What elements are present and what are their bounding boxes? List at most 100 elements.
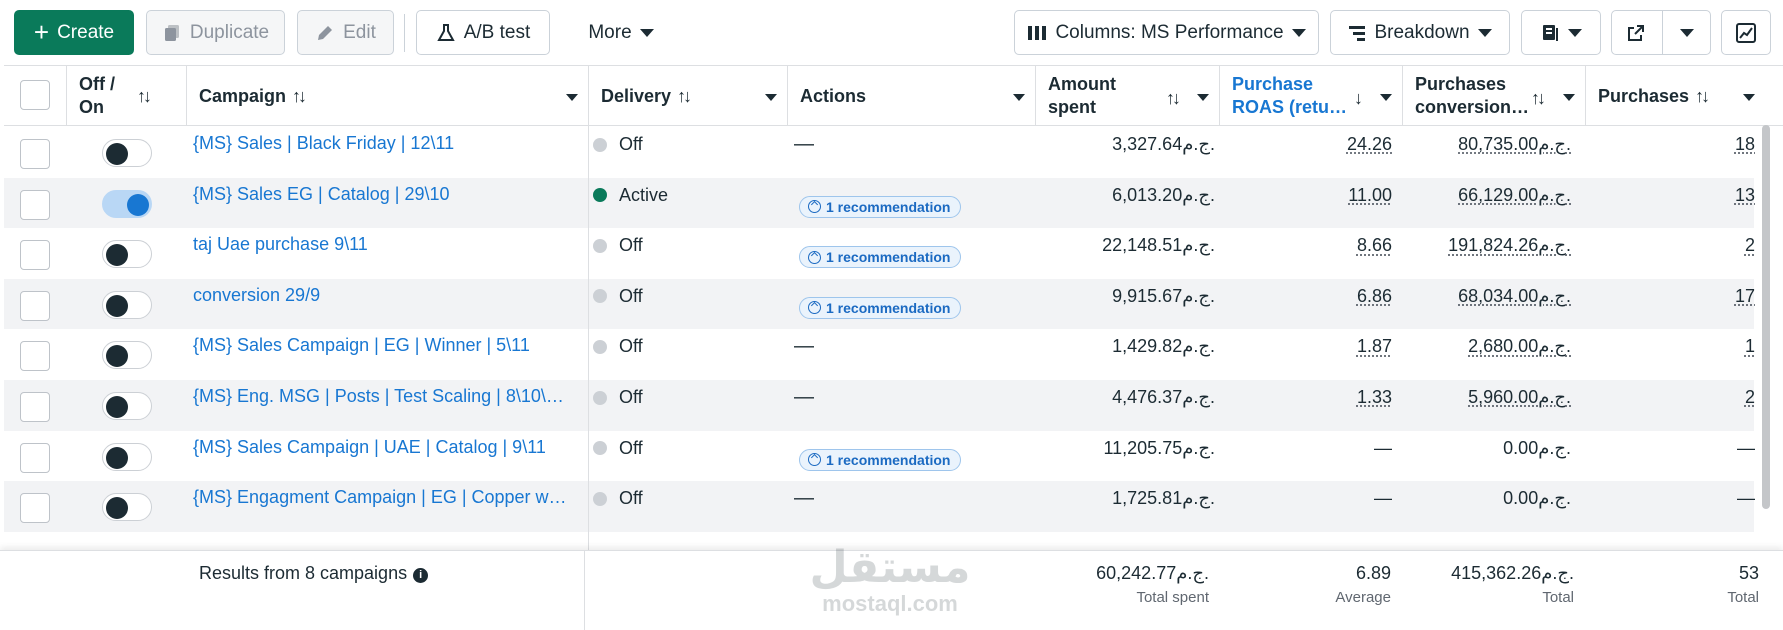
chevron-down-icon[interactable] xyxy=(1743,94,1755,101)
campaign-toggle[interactable] xyxy=(102,493,152,522)
header-actions[interactable]: Actions xyxy=(788,66,1036,126)
table-header: Off / On ↑↓ Campaign ↑↓ Delivery ↑↓ Actio… xyxy=(4,66,1783,126)
campaign-toggle[interactable] xyxy=(102,290,152,319)
campaign-toggle[interactable] xyxy=(102,139,152,167)
chevron-down-icon[interactable] xyxy=(765,94,777,101)
purchase-roas-cell[interactable]: 8.66 xyxy=(1357,235,1392,256)
row-checkbox[interactable] xyxy=(20,189,50,220)
table-row[interactable]: taj Uae purchase 9\11 Off 1 recommendati… xyxy=(4,228,1755,279)
table-row[interactable]: {MS} Sales | Black Friday | 12\11 Off — … xyxy=(4,127,1755,178)
header-delivery[interactable]: Delivery ↑↓ xyxy=(589,66,788,126)
purchases-cell[interactable]: 13 xyxy=(1735,185,1755,206)
recommendation-badge[interactable]: 1 recommendation xyxy=(799,448,962,471)
purchase-roas-cell[interactable]: 24.26 xyxy=(1347,134,1392,155)
purchase-roas-cell[interactable]: 6.86 xyxy=(1357,286,1392,307)
purchases-conversion-cell[interactable]: 5,960.00ج.م. xyxy=(1468,387,1571,408)
table-row[interactable]: conversion 29/9 Off 1 recommendation 9,9… xyxy=(4,278,1755,330)
header-off-on[interactable]: Off / On ↑↓ xyxy=(67,66,187,126)
row-checkbox[interactable] xyxy=(20,493,50,524)
purchases-conversion-cell[interactable]: 80,735.00ج.م. xyxy=(1458,134,1571,155)
purchases-cell[interactable]: 2 xyxy=(1745,387,1755,408)
export-button[interactable] xyxy=(1611,10,1711,55)
sort-icon[interactable]: ↑↓ xyxy=(292,86,307,107)
campaign-name-link[interactable]: {MS} Sales Campaign | UAE | Catalog | 9\… xyxy=(193,437,568,458)
sort-icon[interactable]: ↑↓ xyxy=(1166,88,1181,109)
row-checkbox[interactable] xyxy=(20,290,50,321)
purchases-cell[interactable]: 17 xyxy=(1735,286,1755,307)
table-row[interactable]: {MS} Eng. MSG | Posts | Test Scaling | 8… xyxy=(4,380,1755,431)
header-purchases-conversion[interactable]: Purchases conversion… ↑↓ xyxy=(1403,66,1586,126)
campaign-name-link[interactable]: {MS} Sales Campaign | EG | Winner | 5\11 xyxy=(193,335,568,356)
purchases-cell[interactable]: 18 xyxy=(1735,134,1755,155)
header-purchases[interactable]: Purchases ↑↓ xyxy=(1586,66,1783,126)
chart-button[interactable] xyxy=(1721,10,1771,55)
recommendation-badge[interactable]: 1 recommendation xyxy=(799,296,962,319)
purchases-conversion-cell[interactable]: 191,824.26ج.م. xyxy=(1448,235,1571,256)
create-button[interactable]: + Create xyxy=(14,10,134,55)
purchases-conversion-cell[interactable]: 2,680.00ج.م. xyxy=(1468,336,1571,357)
status-dot-icon xyxy=(593,441,607,456)
purchase-roas-cell[interactable]: 1.33 xyxy=(1357,387,1392,408)
total-spent-label: Total spent xyxy=(1136,589,1209,606)
select-all-checkbox[interactable] xyxy=(20,80,50,110)
campaign-name-link[interactable]: {MS} Sales EG | Catalog | 29\10 xyxy=(193,184,568,205)
reports-button[interactable] xyxy=(1521,10,1601,55)
reports-icon xyxy=(1543,24,1558,41)
sort-icon[interactable]: ↑↓ xyxy=(677,86,692,107)
row-checkbox[interactable] xyxy=(20,392,50,422)
row-checkbox[interactable] xyxy=(20,240,50,271)
row-checkbox[interactable] xyxy=(20,442,50,473)
purchases-conversion-cell[interactable]: 68,034.00ج.م. xyxy=(1458,286,1571,307)
campaign-name-link[interactable]: {MS} Sales | Black Friday | 12\11 xyxy=(193,133,568,154)
header-amount-spent[interactable]: Amount spent ↑↓ xyxy=(1036,66,1220,126)
chevron-down-icon[interactable] xyxy=(1013,94,1025,101)
breakdown-button[interactable]: Breakdown xyxy=(1330,10,1510,55)
sort-desc-icon[interactable]: ↓ xyxy=(1354,88,1363,109)
header-purchase-roas[interactable]: Purchase ROAS (retu… ↓ xyxy=(1220,66,1403,126)
campaign-toggle[interactable] xyxy=(102,392,152,420)
chevron-down-icon[interactable] xyxy=(566,94,578,101)
vertical-scrollbar[interactable] xyxy=(1762,125,1770,509)
recommendation-badge[interactable]: 1 recommendation xyxy=(799,246,962,269)
sort-icon[interactable]: ↑↓ xyxy=(137,86,152,107)
purchase-roas-cell[interactable]: 1.87 xyxy=(1357,336,1392,357)
campaign-name-link[interactable]: {MS} Eng. MSG | Posts | Test Scaling | 8… xyxy=(193,386,568,407)
amount-spent-cell: 3,327.64ج.م. xyxy=(1112,134,1215,154)
campaign-name-link[interactable]: taj Uae purchase 9\11 xyxy=(193,234,568,255)
ab-test-button[interactable]: A/B test xyxy=(416,10,550,55)
chevron-down-icon[interactable] xyxy=(1197,94,1209,101)
table-row[interactable]: {MS} Sales EG | Catalog | 29\10 Active 1… xyxy=(4,177,1755,229)
purchase-roas-cell[interactable]: 11.00 xyxy=(1348,185,1392,206)
campaign-toggle[interactable] xyxy=(102,189,152,218)
columns-icon xyxy=(1028,25,1047,40)
table-row[interactable]: {MS} Engagment Campaign | EG | Copper wo… xyxy=(4,481,1755,532)
row-checkbox[interactable] xyxy=(20,341,50,372)
edit-button[interactable]: Edit xyxy=(297,10,394,55)
chevron-down-icon[interactable] xyxy=(1680,29,1694,37)
purchases-cell[interactable]: 1 xyxy=(1745,336,1755,357)
chevron-down-icon[interactable] xyxy=(1563,94,1575,101)
duplicate-button[interactable]: Duplicate xyxy=(146,10,285,55)
table-row[interactable]: {MS} Sales Campaign | UAE | Catalog | 9\… xyxy=(4,431,1755,482)
purchases-cell: — xyxy=(1737,437,1755,458)
campaign-name-link[interactable]: {MS} Engagment Campaign | EG | Copper wo… xyxy=(193,487,568,508)
flask-icon xyxy=(437,23,455,41)
info-icon[interactable]: i xyxy=(413,568,429,583)
toggle-knob xyxy=(127,193,149,216)
columns-button[interactable]: Columns: MS Performance xyxy=(1014,10,1319,55)
sort-icon[interactable]: ↑↓ xyxy=(1695,86,1710,107)
header-campaign[interactable]: Campaign ↑↓ xyxy=(187,66,589,126)
sort-icon[interactable]: ↑↓ xyxy=(1531,88,1546,109)
delivery-status: Active xyxy=(593,185,668,206)
campaign-toggle[interactable] xyxy=(102,240,152,269)
chevron-down-icon[interactable] xyxy=(1380,94,1392,101)
row-checkbox[interactable] xyxy=(20,139,50,169)
campaign-toggle[interactable] xyxy=(102,442,152,471)
table-row[interactable]: {MS} Sales Campaign | EG | Winner | 5\11… xyxy=(4,329,1755,380)
purchases-cell[interactable]: 2 xyxy=(1745,235,1755,256)
recommendation-badge[interactable]: 1 recommendation xyxy=(799,195,962,218)
campaign-name-link[interactable]: conversion 29/9 xyxy=(193,285,568,306)
purchases-conversion-cell[interactable]: 66,129.00ج.م. xyxy=(1458,185,1571,206)
campaign-toggle[interactable] xyxy=(102,341,152,370)
more-button[interactable]: More xyxy=(566,10,676,55)
